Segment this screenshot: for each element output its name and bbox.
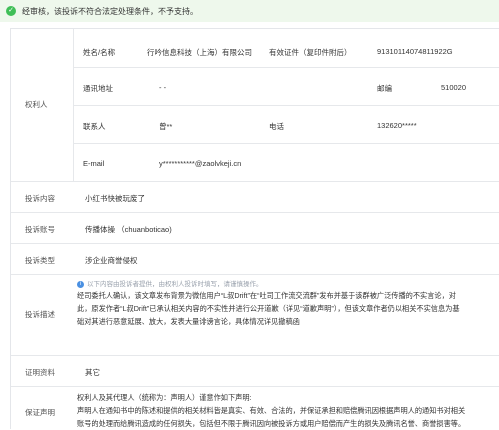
complaint-type-value: 涉企业商誉侵权 xyxy=(85,256,138,265)
id-label: 有效证件（复印件附后） xyxy=(269,48,352,57)
complaint-type-label: 投诉类型 xyxy=(25,256,55,265)
info-icon: i xyxy=(77,280,84,288)
zip-value: 510020 xyxy=(441,83,467,92)
complaint-content-value: 小红书快被玩废了 xyxy=(85,194,145,203)
guarantee-text: 权利人及其代理人（统称为：声明人）谨意作如下声明: 声明人在通知书中的陈述和提供… xyxy=(77,391,487,430)
description-tip: i 以下内容由投诉者提供，由权利人投诉时填写，请谨慎操作。 xyxy=(77,278,263,288)
guarantee-line: 声明人在通知书中的陈述和提供的相关材料皆是真实、有效、合法的，并保证承担和赔偿腾… xyxy=(77,406,466,415)
rights-holder-label: 权利人 xyxy=(25,100,48,109)
complaint-account-value: 传播体操 （chuanboticao) xyxy=(85,225,172,234)
description-line: 经司委托人确认，该文章发布背景为微信用户“L叔Drift”在“吐司工作流交流群”… xyxy=(77,291,456,300)
complaint-description-text: 经司委托人确认，该文章发布背景为微信用户“L叔Drift”在“吐司工作流交流群”… xyxy=(77,289,487,328)
description-line: 础对其进行恶意延展、放大，发表大量诽谤言论，具体情况详见撤稿函 xyxy=(77,317,300,326)
evidence-row: 证明资料 其它 xyxy=(11,356,499,387)
complaint-detail-table: 权利人 姓名/名称 行吟信息科技（上海）有限公司 有效证件（复印件附后） 913… xyxy=(10,28,499,429)
status-notice-text: 经审核，该投诉不符合法定处理条件，不予支持。 xyxy=(22,6,198,16)
complaint-account-label: 投诉账号 xyxy=(25,225,55,234)
guarantee-line: 账号的处理而给腾讯造成的任何损失，包括但不限于腾讯因向被投诉方或用户赔偿而产生的… xyxy=(77,419,466,428)
description-tip-text: 以下内容由投诉者提供，由权利人投诉时填写，请谨慎操作。 xyxy=(87,281,263,288)
status-notice-bar: ✓ 经审核，该投诉不符合法定处理条件，不予支持。 xyxy=(0,0,499,22)
email-label: E-mail xyxy=(83,159,105,168)
contact-label: 联系人 xyxy=(83,122,106,131)
name-label: 姓名/名称 xyxy=(83,48,116,57)
zip-label: 邮编 xyxy=(377,84,392,93)
evidence-value: 其它 xyxy=(85,368,100,377)
complaint-description-label: 投诉描述 xyxy=(25,310,55,319)
complaint-account-row: 投诉账号 传播体操 （chuanboticao) xyxy=(11,213,499,244)
address-value: - - xyxy=(159,83,167,92)
guarantee-label: 保证声明 xyxy=(25,408,55,417)
complaint-detail-page: ✓ 经审核，该投诉不符合法定处理条件，不予支持。 权利人 姓名/名称 行吟信息科… xyxy=(0,0,499,429)
complaint-content-row: 投诉内容 小红书快被玩废了 xyxy=(11,182,499,213)
name-value: 行吟信息科技（上海）有限公司 xyxy=(147,48,252,57)
divider xyxy=(73,143,499,144)
email-value: y***********@zaolvkeji.cn xyxy=(159,159,242,168)
contact-value: 曾** xyxy=(159,122,173,131)
id-value: 91310114074811922G xyxy=(377,47,453,56)
divider xyxy=(73,67,499,68)
check-icon: ✓ xyxy=(6,6,16,16)
phone-value: 132620***** xyxy=(377,121,417,130)
phone-label: 电话 xyxy=(269,122,284,131)
address-label: 通讯地址 xyxy=(83,84,113,93)
rights-holder-section: 权利人 姓名/名称 行吟信息科技（上海）有限公司 有效证件（复印件附后） 913… xyxy=(11,29,499,182)
evidence-label: 证明资料 xyxy=(25,368,55,377)
description-line: 此，原发作者“L叔Drift”已承认相关内容的不实性并进行公开道歉（详见“道歉声… xyxy=(77,304,460,313)
complaint-content-label: 投诉内容 xyxy=(25,194,55,203)
complaint-type-row: 投诉类型 涉企业商誉侵权 xyxy=(11,244,499,275)
guarantee-line: 权利人及其代理人（统称为：声明人）谨意作如下声明: xyxy=(77,393,252,402)
divider xyxy=(73,105,499,106)
